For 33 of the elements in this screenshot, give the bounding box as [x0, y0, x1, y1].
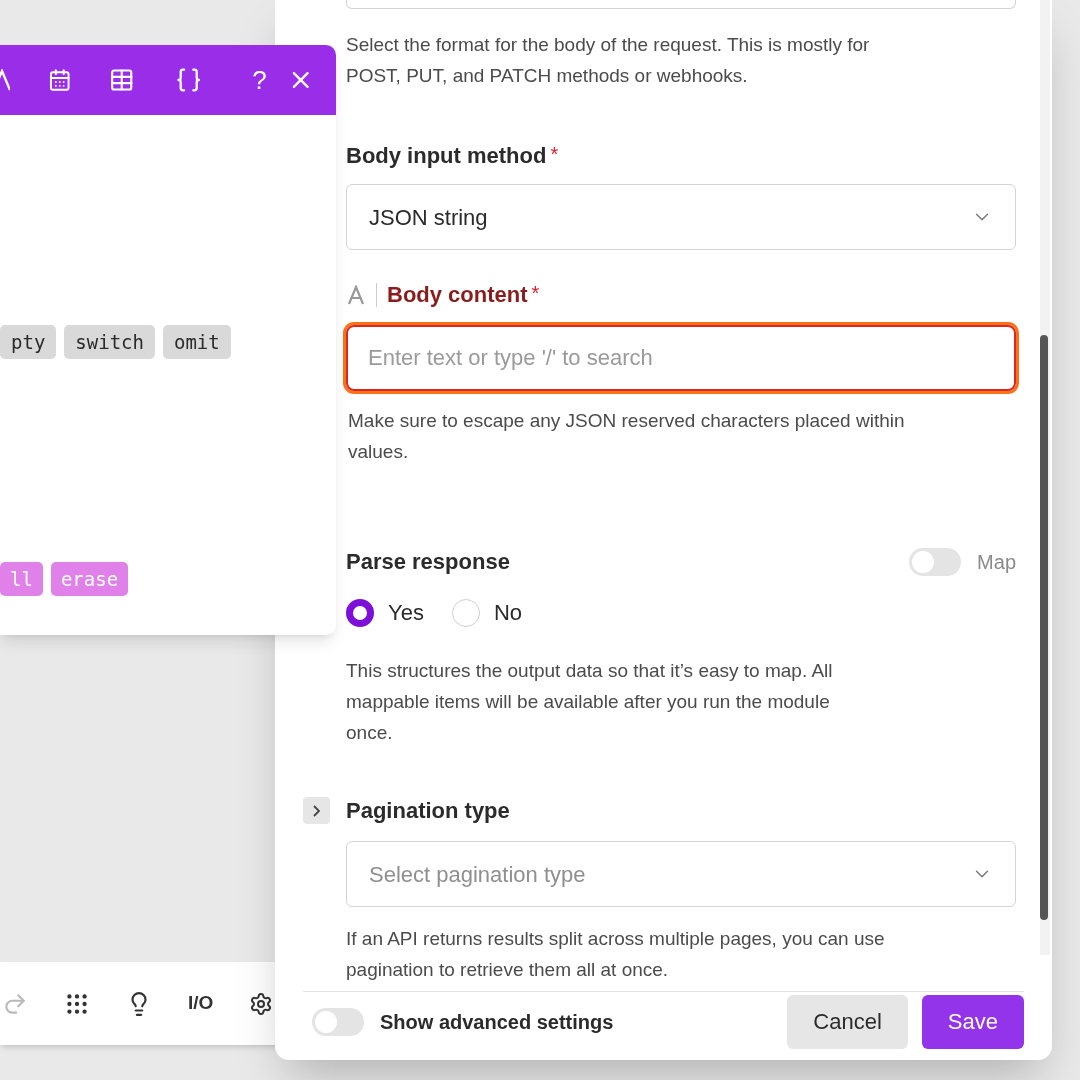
- io-button[interactable]: I/O: [188, 989, 214, 1018]
- radio-label: Yes: [388, 599, 424, 627]
- expand-button[interactable]: [303, 797, 330, 824]
- cancel-button[interactable]: Cancel: [787, 994, 908, 1049]
- save-button[interactable]: Save: [921, 994, 1024, 1049]
- calendar-icon[interactable]: [47, 68, 72, 92]
- help-text: If an API returns results split across multiple pages, you can use pagination to retrieve them all at once.: [346, 927, 886, 982]
- help-text: Make sure to escape any JSON reserved characters placed within values.: [347, 409, 906, 464]
- toggle-switch[interactable]: [312, 1007, 364, 1036]
- radio-label: No: [493, 599, 522, 627]
- help-button[interactable]: ?: [252, 60, 267, 100]
- function-tag[interactable]: pty: [0, 325, 57, 359]
- help-text: Select the format for the body of the request. This is mostly for POST, PUT, and PATCH methods or webhooks.: [346, 33, 871, 88]
- toggle-label: Show advanced settings: [380, 1009, 614, 1035]
- toggle-label: Map: [977, 549, 1016, 575]
- field-label: Body input method: [346, 142, 547, 170]
- braces-icon[interactable]: [174, 66, 203, 94]
- help-text: This structures the output data so that it’s easy to map. All mappable items will be available after you run the module once.: [346, 659, 834, 745]
- body-content-field[interactable]: Enter text or type '/' to search: [346, 325, 1016, 391]
- field-label: Pagination type: [346, 797, 510, 825]
- scrollbar[interactable]: [1040, 0, 1050, 955]
- required-mark: *: [531, 281, 540, 306]
- radio-button[interactable]: [346, 598, 374, 627]
- required-mark: *: [550, 142, 559, 167]
- chevron-right-icon: [313, 804, 320, 817]
- settings-icon[interactable]: [249, 991, 274, 1016]
- field-label: Body content: [387, 281, 528, 309]
- select-field[interactable]: JSON string: [346, 184, 1016, 250]
- toggle-switch[interactable]: [909, 547, 962, 576]
- function-tag[interactable]: omit: [162, 325, 231, 359]
- field-label: Parse response: [346, 548, 510, 576]
- table-icon[interactable]: [109, 67, 135, 93]
- function-tag[interactable]: switch: [64, 325, 155, 359]
